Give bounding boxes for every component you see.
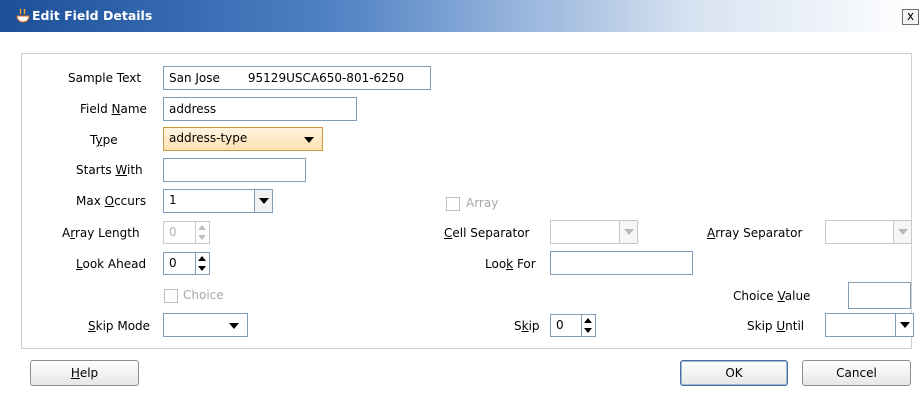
window-title: Edit Field Details	[32, 8, 153, 23]
choice-label: Choice	[183, 288, 224, 302]
skip-mode-label: Skip Mode	[88, 319, 151, 333]
skip-label: Skip	[514, 319, 540, 333]
help-button[interactable]: Help	[30, 360, 139, 386]
skip-until-label: Skip Until	[747, 319, 805, 333]
choice-value-label: Choice Value	[733, 289, 811, 303]
title-bar: Edit Field Details x	[0, 0, 921, 32]
skip-value: 0	[556, 318, 564, 332]
array-label: Array	[466, 196, 499, 210]
look-ahead-spinner[interactable]: 0	[163, 252, 210, 275]
array-separator-arrow[interactable]	[893, 221, 911, 243]
chevron-down-icon	[900, 322, 910, 328]
chevron-down-icon	[898, 229, 908, 235]
chevron-down-icon	[304, 137, 314, 143]
starts-with-input[interactable]	[163, 158, 306, 182]
max-occurs-arrow[interactable]	[254, 190, 272, 212]
arrow-up-icon	[198, 256, 206, 261]
arrow-up-icon	[584, 318, 592, 323]
chevron-down-icon	[259, 198, 269, 204]
close-icon: x	[906, 9, 915, 23]
choice-value-input[interactable]	[848, 282, 911, 309]
ok-button[interactable]: OK	[680, 360, 788, 386]
array-length-spinner[interactable]: 0	[163, 221, 210, 244]
arrow-down-icon	[584, 328, 592, 333]
field-name-label: Field Name	[80, 102, 147, 116]
type-label: Type	[90, 133, 118, 147]
look-ahead-value: 0	[169, 256, 177, 270]
look-ahead-stepper[interactable]	[195, 253, 209, 274]
look-for-input[interactable]	[550, 251, 693, 275]
cell-separator-combo[interactable]	[550, 220, 638, 244]
array-separator-combo[interactable]	[825, 220, 912, 244]
array-checkbox[interactable]	[446, 197, 460, 211]
skip-until-arrow[interactable]	[895, 314, 913, 336]
arrow-up-icon	[198, 225, 206, 230]
array-length-value: 0	[169, 225, 177, 239]
look-ahead-label: Look Ahead	[76, 257, 147, 271]
cell-separator-arrow[interactable]	[619, 221, 637, 243]
max-occurs-value: 1	[169, 193, 177, 207]
arrow-down-icon	[198, 266, 206, 271]
chevron-down-icon	[624, 229, 634, 235]
max-occurs-combo[interactable]: 1	[163, 189, 273, 213]
array-separator-label: Array Separator	[707, 226, 803, 240]
choice-checkbox[interactable]	[164, 289, 178, 303]
cell-separator-label: Cell Separator	[444, 226, 530, 240]
field-name-input[interactable]: address	[163, 97, 357, 121]
array-length-label: Array Length	[62, 226, 140, 240]
max-occurs-label: Max Occurs	[76, 194, 147, 208]
array-length-stepper[interactable]	[195, 222, 209, 243]
skip-spinner[interactable]: 0	[550, 314, 596, 337]
chevron-down-icon	[229, 323, 239, 329]
skip-mode-dropdown[interactable]	[163, 313, 248, 337]
type-dropdown-value: address-type	[169, 131, 248, 145]
type-dropdown[interactable]: address-type	[163, 127, 323, 151]
sample-text-value-2: 95129USCA650-801-6250	[247, 71, 405, 85]
close-button[interactable]: x	[902, 9, 919, 25]
sample-text-value-1: San Jose	[169, 71, 220, 85]
java-cup-icon	[16, 8, 30, 23]
look-for-label: Look For	[485, 257, 536, 271]
skip-stepper[interactable]	[581, 315, 595, 336]
arrow-down-icon	[198, 235, 206, 240]
sample-text-label: Sample Text	[68, 71, 142, 85]
skip-until-combo[interactable]	[825, 313, 914, 337]
starts-with-label: Starts With	[76, 163, 143, 177]
cancel-button[interactable]: Cancel	[802, 360, 911, 386]
sample-text-field: San Jose 95129USCA650-801-6250	[163, 66, 431, 90]
